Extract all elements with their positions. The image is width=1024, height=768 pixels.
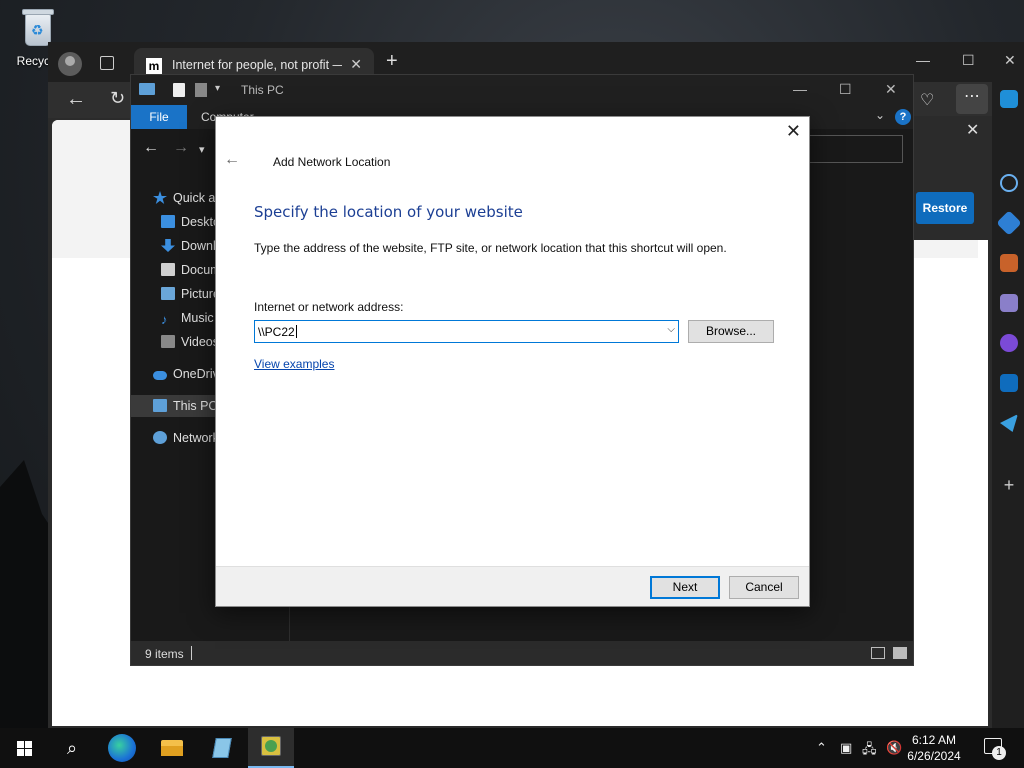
- send-icon[interactable]: [1000, 414, 1018, 432]
- network-address-value: \\PC22: [258, 325, 295, 339]
- file-explorer-taskbar-icon[interactable]: [158, 734, 186, 762]
- status-separator: [191, 646, 192, 660]
- tree-item-music[interactable]: ♪ Music: [161, 311, 214, 333]
- games-icon[interactable]: [1000, 294, 1018, 312]
- onedrive-icon: [153, 371, 167, 380]
- documents-icon: [161, 263, 175, 276]
- help-icon[interactable]: ?: [895, 109, 911, 125]
- explorer-search-input[interactable]: [807, 135, 903, 163]
- add-sidebar-item-icon[interactable]: +: [1000, 476, 1018, 494]
- explorer-status-bar: 9 items: [131, 641, 913, 665]
- dialog-back-icon[interactable]: ←: [224, 151, 240, 169]
- cancel-button[interactable]: Cancel: [729, 576, 799, 599]
- tree-label: This PC: [173, 399, 218, 413]
- tree-label: Videos: [181, 335, 219, 349]
- dialog-heading: Specify the location of your website: [254, 203, 523, 221]
- new-tab-button[interactable]: +: [386, 50, 398, 73]
- explorer-title-bar: ▾ This PC — ☐ ✕: [131, 75, 913, 105]
- tree-item-network[interactable]: Network: [153, 431, 219, 453]
- explorer-close-icon[interactable]: ✕: [885, 81, 897, 98]
- text-caret: [295, 325, 297, 338]
- dialog-close-icon[interactable]: ✕: [786, 121, 801, 142]
- show-hidden-icons-icon[interactable]: ⌃: [816, 740, 827, 756]
- item-count: 9 items: [145, 647, 184, 661]
- ribbon-expand-icon[interactable]: ⌄: [875, 108, 885, 122]
- back-icon[interactable]: ←: [66, 88, 86, 111]
- edge-minimize-icon[interactable]: —: [916, 52, 930, 68]
- add-network-location-dialog: ✕ ← Add Network Location Specify the loc…: [215, 116, 810, 607]
- edge-sidebar: + ⚙: [992, 82, 1024, 767]
- tools-icon[interactable]: [1000, 254, 1018, 272]
- settings-more-icon[interactable]: ⋯: [956, 84, 988, 114]
- device-icon[interactable]: ▣: [840, 740, 852, 756]
- this-pc-title-icon: [139, 83, 155, 95]
- dialog-title: Add Network Location: [273, 155, 391, 169]
- search-icon[interactable]: [1000, 174, 1018, 192]
- explorer-maximize-icon[interactable]: ☐: [839, 81, 852, 98]
- explorer-forward-icon[interactable]: →: [173, 139, 189, 157]
- clock-time: 6:12 AM: [911, 733, 957, 747]
- copilot-icon[interactable]: [1000, 90, 1018, 108]
- tab-title: Internet for people, not profit —: [172, 58, 342, 72]
- system-clock[interactable]: 6:12 AM 6/26/2024: [904, 732, 964, 764]
- network-status-icon[interactable]: 🖧: [862, 740, 877, 762]
- new-folder-quick-icon[interactable]: [195, 83, 207, 97]
- dialog-description: Type the address of the website, FTP sit…: [254, 241, 727, 255]
- start-button[interactable]: [14, 734, 42, 762]
- tree-item-videos[interactable]: Videos: [161, 335, 219, 357]
- pictures-icon: [161, 287, 175, 300]
- browser-essentials-icon[interactable]: ♡: [920, 90, 934, 110]
- search-icon[interactable]: ⌕: [58, 734, 86, 762]
- star-icon: [153, 191, 167, 204]
- explorer-minimize-icon[interactable]: —: [793, 81, 807, 97]
- videos-icon: [161, 335, 175, 348]
- browse-button[interactable]: Browse...: [688, 320, 774, 343]
- tab-close-icon[interactable]: ✕: [350, 56, 362, 73]
- clock-date: 6/26/2024: [907, 749, 961, 763]
- desktop-icon: [161, 215, 175, 228]
- view-examples-link[interactable]: View examples: [254, 357, 334, 371]
- windows-logo-icon: [17, 741, 24, 748]
- download-icon: [161, 239, 175, 252]
- this-pc-icon: [153, 399, 167, 412]
- details-view-icon[interactable]: [871, 647, 885, 659]
- site-favicon-icon: m: [146, 58, 162, 74]
- recent-locations-icon[interactable]: ▾: [199, 143, 205, 156]
- explorer-back-icon[interactable]: ←: [143, 139, 159, 157]
- explorer-window-title: This PC: [241, 83, 284, 97]
- large-icons-view-icon[interactable]: [893, 647, 907, 659]
- tree-label: Network: [173, 431, 219, 445]
- taskbar: ⌕ ⌃ ▣ 🖧 🔇 6:12 AM 6/26/2024 1: [0, 728, 1024, 768]
- edge-close-icon[interactable]: ✕: [1004, 52, 1016, 69]
- outlook-icon[interactable]: [1000, 374, 1018, 392]
- edge-taskbar-icon[interactable]: [108, 734, 136, 762]
- tree-label: Music: [181, 311, 214, 325]
- microsoft-365-icon[interactable]: [1000, 334, 1018, 352]
- tab-actions-icon[interactable]: [100, 56, 114, 70]
- network-icon: [153, 431, 167, 444]
- quick-access-dropdown-icon[interactable]: ▾: [215, 83, 220, 94]
- profile-avatar-icon[interactable]: [58, 52, 82, 76]
- popup-close-icon[interactable]: ✕: [966, 120, 979, 140]
- control-panel-taskbar-icon[interactable]: [248, 728, 294, 768]
- edge-maximize-icon[interactable]: ☐: [962, 52, 975, 69]
- shopping-tag-icon[interactable]: [996, 210, 1022, 236]
- notification-badge: 1: [992, 746, 1006, 760]
- restore-button[interactable]: Restore: [916, 192, 974, 224]
- address-label: Internet or network address:: [254, 300, 404, 314]
- dialog-footer: Next Cancel: [216, 566, 809, 606]
- music-icon: ♪: [161, 312, 168, 327]
- network-address-input[interactable]: \\PC22 ⌵: [254, 320, 679, 343]
- ribbon-tab-file[interactable]: File: [131, 105, 187, 129]
- refresh-icon[interactable]: ↻: [110, 88, 125, 109]
- volume-muted-icon[interactable]: 🔇: [886, 740, 902, 756]
- address-dropdown-icon[interactable]: ⌵: [667, 324, 675, 335]
- next-button[interactable]: Next: [650, 576, 720, 599]
- notepad-taskbar-icon[interactable]: [208, 734, 236, 762]
- properties-quick-icon[interactable]: [173, 83, 185, 97]
